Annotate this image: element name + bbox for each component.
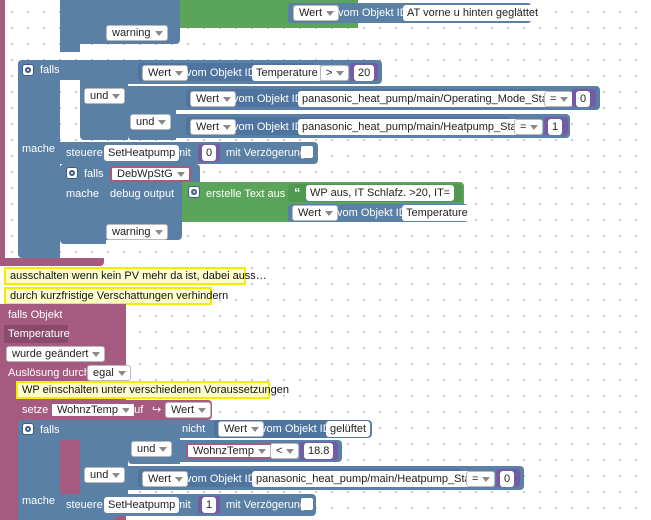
trigger2-falls-objekt-label: falls Objekt [8,309,63,321]
top-vom-label: vom Objekt ID [338,7,408,19]
block2-und2-dropdown[interactable]: und [84,467,126,483]
block2-mache-label: mache [22,495,56,507]
trigger2-ausloesung-dropdown[interactable]: egal [87,365,131,381]
block1-cond2-object-field[interactable]: panasonic_heat_pump/main/Operating_Mode_… [298,91,562,107]
block2-cond3-object-field[interactable]: panasonic_heat_pump/main/Heatpump_State [252,471,484,487]
block2-cond3-wert-dropdown[interactable]: Wert [142,471,189,487]
setze-label: setze [22,404,49,416]
setze-variable-field[interactable]: WohnzTemp [50,402,136,418]
block1-cond3-object-field[interactable]: panasonic_heat_pump/main/Heatpump_State [298,119,530,135]
block1-cond1-vom-label: vom Objekt ID [186,67,256,79]
block1-cond1-value-field[interactable]: 20 [354,65,375,81]
block2-steuere-value-field[interactable]: 1 [202,497,217,513]
top-warning-dropdown[interactable]: warning [106,25,168,41]
block2-steuere-label: steuere [66,499,103,511]
block2-steuere-target-field[interactable]: SetHeatpump [104,497,180,513]
open-quote-icon: “ [294,185,301,200]
block2-gear-icon[interactable] [22,423,34,435]
block2-cond3-operator-dropdown[interactable]: = [466,471,496,487]
block2-bottom-spine [60,516,116,520]
top-wert-dropdown[interactable]: Wert [293,5,340,21]
block1-text-wert-dropdown[interactable]: Wert [292,205,339,221]
block1-cond3-operator-dropdown[interactable]: = [514,119,544,135]
block1-cond1-wert-dropdown[interactable]: Wert [142,65,189,81]
close-quote-icon: ” [448,185,455,200]
top-object-id-field[interactable]: AT vorne u hinten geglättet [403,5,543,21]
block1-cond2-wert-dropdown[interactable]: Wert [190,91,237,107]
block2-cond3-vom-label: vom Objekt ID [186,473,256,485]
block1-cond3-vom-label: vom Objekt ID [233,121,303,133]
block2-cond3-value-field[interactable]: 0 [500,471,515,487]
block2-cond1-wert-dropdown[interactable]: Wert [218,421,265,437]
block2-verzoegerung-label: mit Verzögerung [226,499,307,511]
trigger2-changed-dropdown[interactable]: wurde geändert [6,346,106,362]
block1-spine [18,60,60,258]
block1-inner-var-field[interactable]: DebWpStG [110,166,191,182]
block1-cond3-value-field[interactable]: 1 [548,119,563,135]
setze-auf-label: auf [128,404,144,416]
comment-3[interactable]: WP einschalten unter verschiedenen Vorau… [16,381,289,399]
trigger2-object-name: Temperature [8,328,70,340]
trigger2-ausloesung-label: Auslösung durch [8,367,90,379]
outer-trigger-spine-top [0,0,5,262]
block1-cond1-object-field[interactable]: Temperature [252,65,322,81]
block1-text-vom-label: vom Objekt ID [337,207,407,219]
block1-erstelle-text-label: erstelle Text aus [206,188,286,200]
block1-verzoegerung-checkbox[interactable] [301,146,313,158]
block2-und-outer[interactable] [80,420,128,496]
block1-cond3-wert-dropdown[interactable]: Wert [190,119,237,135]
block2-cond2-variable-field[interactable]: WohnzTemp [186,443,272,459]
block2-verzoegerung-checkbox[interactable] [301,498,313,510]
outer-trigger-bottom [0,258,104,266]
block1-cond2-vom-label: vom Objekt ID [233,93,303,105]
block2-mit-label: mit [176,499,191,511]
block1-verzoegerung-label: mit Verzögerung [226,147,307,159]
comment-2[interactable]: durch kurzfristige Verschattungen verhin… [4,287,228,305]
comment-1[interactable]: ausschalten wenn kein PV mehr da ist, da… [4,267,267,285]
block1-gear-icon[interactable] [22,64,34,76]
block1-cond2-operator-dropdown[interactable]: = [544,91,574,107]
block2-nicht-label: nicht [182,423,206,435]
block2-cond2-value-field[interactable]: 18.8 [304,443,334,459]
block1-und1-dropdown[interactable]: und [84,88,126,104]
block1-steuere-value-field[interactable]: 0 [202,145,217,161]
block1-cond1-operator-dropdown[interactable]: > [320,65,350,81]
block1-text-gear-icon[interactable] [188,186,200,198]
block2-cond2-operator-dropdown[interactable]: < [270,443,300,459]
block1-und2-block[interactable] [128,86,176,140]
block1-mache-label: mache [22,143,56,155]
block2-cond1-object-field[interactable]: gelüftet [326,421,371,437]
block1-falls-label: falls [40,64,60,76]
block1-text-value-field[interactable]: WP aus, IT Schlafz. >20, IT= [306,185,455,201]
block1-cond2-value-field[interactable]: 0 [576,91,591,107]
block1-inner-mache-label: mache [66,188,100,200]
block2-und1-dropdown[interactable]: und [131,441,173,457]
block1-text-object-field[interactable]: Temperature [402,205,472,221]
setze-wert-dropdown[interactable]: Wert [165,402,212,418]
block1-inner-gear-icon[interactable] [66,167,78,179]
block1-und2-dropdown[interactable]: und [130,114,172,130]
block1-warning-dropdown[interactable]: warning [106,224,168,240]
block1-steuere-target-field[interactable]: SetHeatpump [104,145,180,161]
block1-inner-falls-label: falls [84,168,104,180]
block1-mit-label: mit [176,147,191,159]
block1-steuere-label: steuere [66,147,103,159]
block2-cond1-vom-label: vom Objekt ID [261,423,331,435]
block2-falls-label: falls [40,424,60,436]
setze-connector-icon: ↪ [152,404,162,416]
block1-debug-output-label: debug output [110,188,175,200]
